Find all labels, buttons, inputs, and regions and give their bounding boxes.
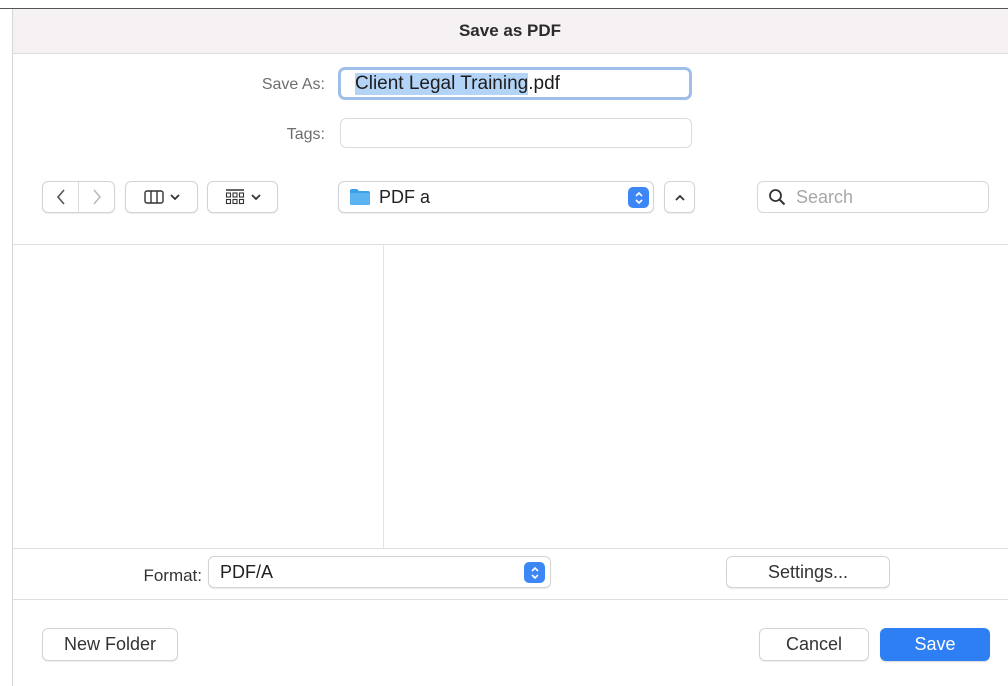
forward-button[interactable] <box>78 182 114 212</box>
location-stepper <box>628 187 649 208</box>
save-button[interactable]: Save <box>880 628 990 661</box>
format-label: Format: <box>143 566 202 585</box>
chevron-left-icon <box>56 189 65 205</box>
sheet-left-border <box>12 9 13 686</box>
up-down-chevron-icon <box>634 191 643 204</box>
location-popup[interactable]: PDF a <box>338 181 654 213</box>
column-view-icon <box>143 190 164 204</box>
chevron-right-icon <box>92 189 101 205</box>
folder-icon <box>350 189 370 205</box>
column-divider[interactable] <box>383 245 384 548</box>
format-stepper <box>524 562 545 583</box>
search-icon <box>769 189 786 206</box>
browser-bottom-divider <box>12 548 1008 549</box>
tags-field[interactable] <box>340 118 692 148</box>
dialog-title: Save as PDF <box>458 21 562 40</box>
back-button[interactable] <box>43 182 78 212</box>
tags-label: Tags: <box>286 126 325 143</box>
location-label: PDF a <box>379 186 431 207</box>
filename-extension: .pdf <box>528 72 560 94</box>
title-bar: Save as PDF <box>12 9 1008 54</box>
chevron-down-icon <box>169 193 180 200</box>
expand-collapse-button[interactable] <box>664 181 695 213</box>
browser-top-divider <box>12 244 1008 245</box>
back-forward-control <box>42 181 115 213</box>
group-button[interactable] <box>207 181 278 213</box>
view-mode-button[interactable] <box>125 181 198 213</box>
format-value: PDF/A <box>220 561 274 582</box>
settings-button[interactable]: Settings... <box>726 556 890 588</box>
cancel-button[interactable]: Cancel <box>759 628 869 661</box>
save-as-label: Save As: <box>261 76 325 93</box>
group-grid-icon <box>225 189 244 205</box>
search-field[interactable] <box>757 181 989 213</box>
footer-divider <box>12 599 1008 600</box>
up-down-chevron-icon <box>530 566 539 579</box>
filename-field[interactable]: Client Legal Training .pdf <box>338 67 692 100</box>
search-input[interactable] <box>794 185 978 209</box>
filename-selected-text: Client Legal Training <box>355 72 529 95</box>
new-folder-button[interactable]: New Folder <box>42 628 178 661</box>
chevron-up-icon <box>674 194 685 201</box>
chevron-down-icon <box>250 193 261 200</box>
format-popup[interactable]: PDF/A <box>208 556 551 588</box>
